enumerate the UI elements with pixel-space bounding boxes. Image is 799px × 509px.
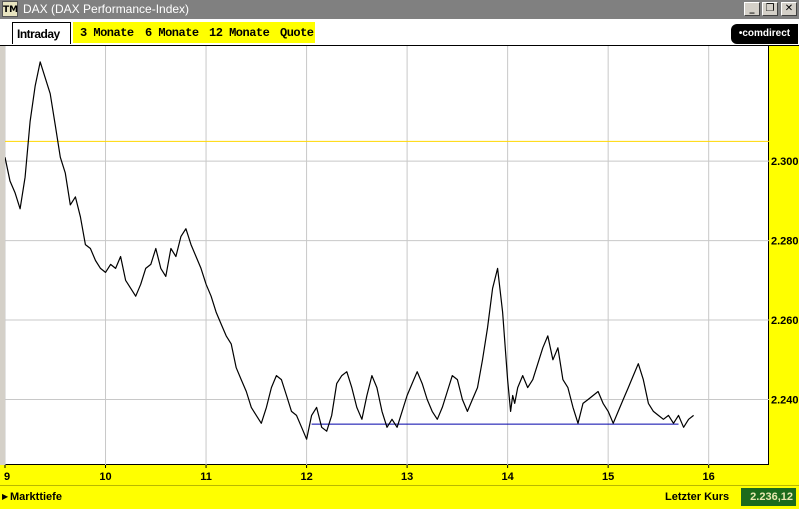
expand-arrow-icon[interactable]: ▶ <box>2 488 8 506</box>
chart-svg <box>5 46 769 465</box>
x-tick-label: 9 <box>4 471 10 483</box>
x-tick-label: 11 <box>200 471 212 483</box>
y-axis-svg: 2.240 2.260 2.280 2.300 <box>771 156 799 406</box>
tab-intraday[interactable]: Intraday <box>12 22 71 44</box>
price-series-line <box>5 61 694 440</box>
x-axis-svg: 9 10 11 12 13 14 15 16 <box>4 465 715 483</box>
last-price-value: 2.236,12 <box>741 488 796 506</box>
x-axis-panel: 9 10 11 12 13 14 15 16 <box>0 465 799 485</box>
x-tick-label: 10 <box>99 471 111 483</box>
minimize-button[interactable]: _ <box>744 2 760 16</box>
close-button[interactable]: ✕ <box>781 2 797 16</box>
status-bar: ▶ Markttiefe Letzter Kurs 2.236,12 <box>0 485 799 509</box>
last-price-label: Letzter Kurs <box>665 491 730 503</box>
y-tick-label: 2.260 <box>771 315 799 327</box>
app-icon: TM <box>2 1 18 17</box>
x-tick-label: 13 <box>401 471 413 483</box>
x-tick-label: 16 <box>703 471 715 483</box>
tab-bar: Intraday 3 Monate 6 Monate 12 Monate Quo… <box>0 19 799 45</box>
x-tick-label: 15 <box>602 471 614 483</box>
tab-quote[interactable]: Quote <box>276 22 318 44</box>
restore-button[interactable]: ❐ <box>762 2 778 16</box>
y-tick-label: 2.300 <box>771 156 799 168</box>
brand-logo: •comdirect <box>731 24 798 44</box>
y-tick-label: 2.280 <box>771 236 799 248</box>
markttiefe-button[interactable]: Markttiefe <box>10 488 62 506</box>
y-tick-label: 2.240 <box>771 394 799 406</box>
tab-3-monate[interactable]: 3 Monate <box>76 22 138 44</box>
tab-6-monate[interactable]: 6 Monate <box>141 22 203 44</box>
x-tick-label: 14 <box>502 471 515 483</box>
x-tick-label: 12 <box>300 471 312 483</box>
chart-plot-area[interactable] <box>5 46 769 465</box>
y-axis-panel: 2.240 2.260 2.280 2.300 <box>769 46 799 465</box>
tab-12-monate[interactable]: 12 Monate <box>205 22 273 44</box>
window-title: DAX (DAX Performance-Index) <box>23 2 190 16</box>
window-titlebar: TM DAX (DAX Performance-Index) _ ❐ ✕ <box>0 0 799 19</box>
